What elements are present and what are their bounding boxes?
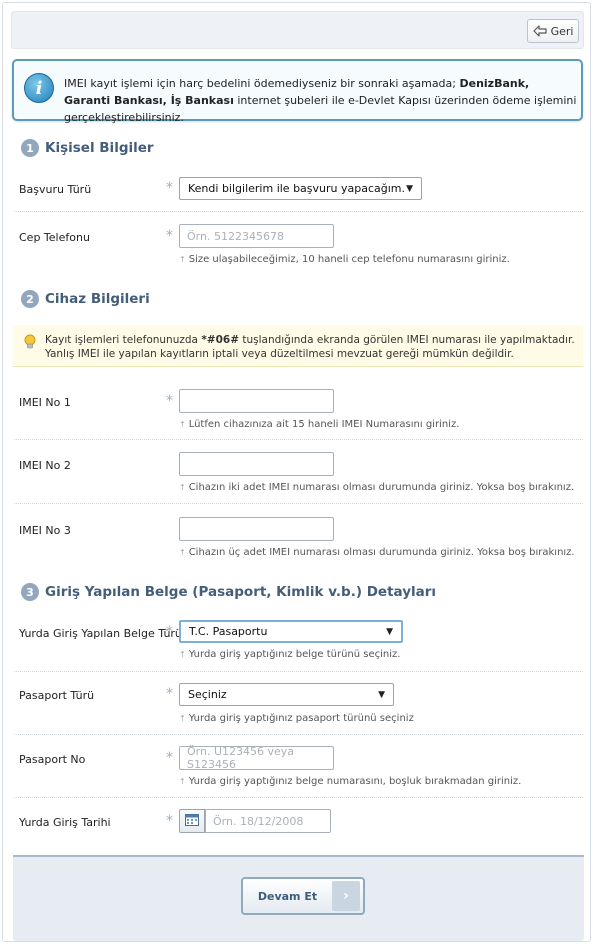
cep-telefonu-hint: ↑ Size ulaşabileceğimiz, 10 haneli cep te… — [179, 254, 510, 265]
form-footer: Devam Et › — [13, 855, 584, 941]
imei2-hint: ↑ Cihazın iki adet IMEI numarası olması d… — [179, 482, 575, 493]
back-button[interactable]: Geri — [527, 19, 579, 43]
required-mark: * — [166, 180, 173, 196]
imei2-input[interactable] — [179, 452, 334, 476]
imei-warning-text: Kayıt işlemleri telefonunuzda *#06# tuşl… — [45, 334, 575, 360]
belge-turu-label: Yurda Giriş Yapılan Belge Türü — [19, 627, 182, 640]
pasaport-no-input[interactable]: Örn. U123456 veya S123456 — [179, 745, 334, 771]
pasaport-no-label: Pasaport No — [19, 753, 86, 766]
imei2-label: IMEI No 2 — [19, 459, 71, 472]
imei3-label: IMEI No 3 — [19, 524, 71, 537]
imei1-input[interactable] — [179, 389, 334, 413]
pasaport-turu-hint: ↑ Yurda giriş yaptığınız pasaport türünü … — [179, 713, 414, 724]
chevron-right-icon: › — [332, 881, 360, 911]
cep-telefonu-input[interactable]: Örn. 5122345678 — [179, 224, 334, 248]
calendar-icon — [185, 813, 199, 829]
section-number: 3 — [21, 583, 39, 601]
row-divider — [14, 671, 583, 672]
continue-button[interactable]: Devam Et › — [241, 877, 365, 915]
section-personal-heading: 1 Kişisel Bilgiler — [21, 139, 154, 157]
section-title: Cihaz Bilgileri — [45, 291, 150, 307]
giris-tarihi-input[interactable]: Örn. 18/12/2008 — [205, 809, 331, 833]
lightbulb-icon — [23, 334, 37, 353]
section-device-heading: 2 Cihaz Bilgileri — [21, 290, 150, 308]
row-divider — [14, 503, 583, 504]
required-mark: * — [166, 750, 173, 766]
calendar-button[interactable] — [179, 809, 205, 833]
back-button-label: Geri — [550, 24, 574, 38]
payment-info-text: IMEI kayıt işlemi için harç bedelini öde… — [64, 77, 577, 124]
row-divider — [14, 797, 583, 798]
continue-button-label: Devam Et — [257, 889, 318, 903]
required-mark: * — [166, 813, 173, 829]
giris-tarihi-label: Yurda Giriş Tarihi — [19, 816, 111, 829]
payment-info-box: i IMEI kayıt işlemi için harç bedelini ö… — [12, 59, 583, 124]
imei-warning-box: Kayıt işlemleri telefonunuzda *#06# tuşl… — [13, 325, 583, 367]
imei1-hint: ↑ Lütfen cihazınıza ait 15 haneli IMEI Nu… — [179, 419, 460, 430]
pasaport-no-hint: ↑ Yurda giriş yaptığınız belge numarasını… — [179, 776, 522, 787]
section-title: Kişisel Bilgiler — [45, 140, 154, 156]
dropdown-arrow-icon: ▼ — [406, 183, 413, 194]
imei1-label: IMEI No 1 — [19, 396, 71, 409]
basvuru-turu-select[interactable]: Kendi bilgilerim ile başvuru yapacağım. … — [179, 177, 422, 200]
imei3-input[interactable] — [179, 517, 334, 541]
top-toolbar: Geri — [11, 11, 584, 49]
belge-turu-select[interactable]: T.C. Pasaportu ▼ — [179, 620, 403, 643]
belge-turu-hint: ↑ Yurda giriş yaptığınız belge türünü seç… — [179, 649, 401, 660]
section-title: Giriş Yapılan Belge (Pasaport, Kimlik v.… — [45, 584, 437, 600]
required-mark: * — [166, 228, 173, 244]
pasaport-turu-label: Pasaport Türü — [19, 689, 95, 702]
required-mark: * — [166, 686, 173, 702]
form-frame: Geri i IMEI kayıt işlemi için harç bedel… — [2, 2, 591, 942]
section-number: 2 — [21, 290, 39, 308]
basvuru-turu-label: Başvuru Türü — [19, 183, 92, 196]
pasaport-turu-select[interactable]: Seçiniz ▼ — [179, 683, 394, 706]
back-arrow-icon — [532, 25, 547, 37]
row-divider — [14, 211, 583, 212]
required-mark: * — [166, 624, 173, 640]
cep-telefonu-label: Cep Telefonu — [19, 231, 90, 244]
imei3-hint: ↑ Cihazın üç adet IMEI numarası olması du… — [179, 547, 575, 558]
section-document-heading: 3 Giriş Yapılan Belge (Pasaport, Kimlik … — [21, 583, 436, 601]
dropdown-arrow-icon: ▼ — [378, 689, 385, 700]
dropdown-arrow-icon: ▼ — [386, 626, 393, 637]
info-icon: i — [24, 73, 54, 103]
row-divider — [14, 734, 583, 735]
row-divider — [14, 439, 583, 440]
section-number: 1 — [21, 139, 39, 157]
required-mark: * — [166, 393, 173, 409]
